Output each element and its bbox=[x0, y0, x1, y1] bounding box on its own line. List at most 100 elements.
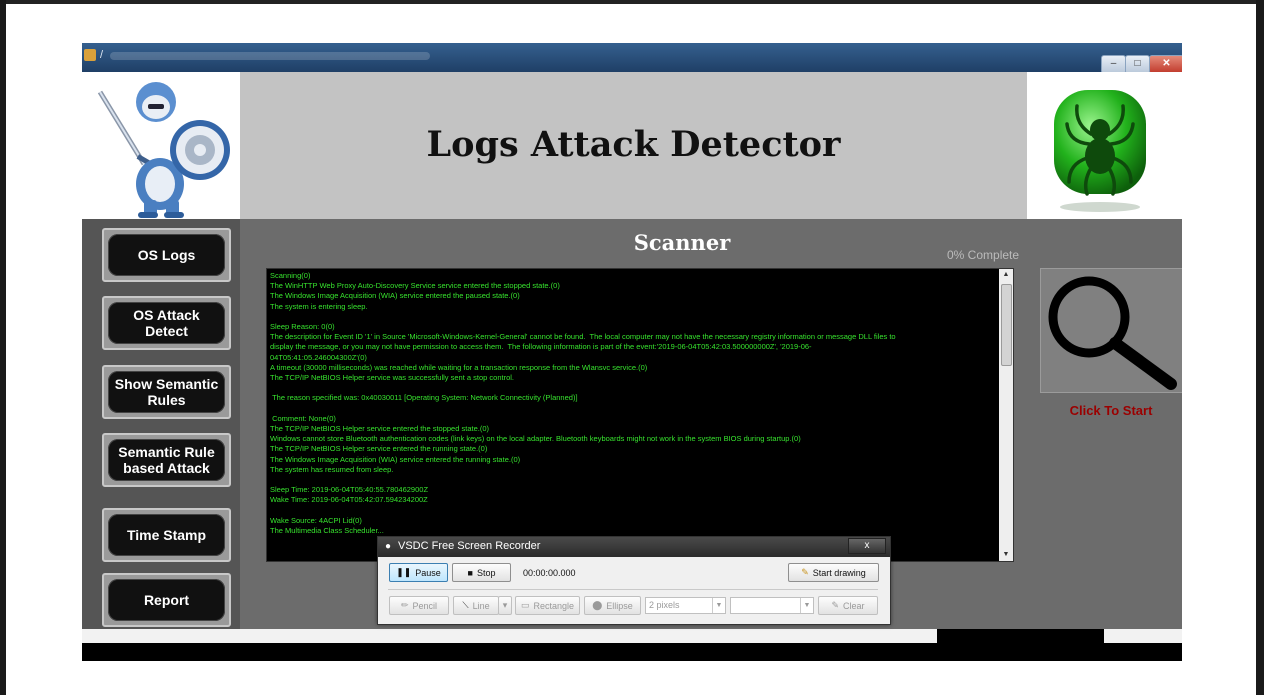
status-segment bbox=[82, 629, 937, 643]
log-line: The system is entering sleep. bbox=[270, 301, 368, 311]
rectangle-icon: ▭ bbox=[520, 600, 530, 610]
eraser-icon: ✎ bbox=[831, 600, 840, 610]
log-lines: Scanning(0) The WinHTTP Web Proxy Auto-Di… bbox=[270, 271, 1010, 536]
stop-icon: ■ bbox=[467, 567, 473, 578]
window-titlebar[interactable]: / – □ ✕ bbox=[82, 43, 1182, 74]
stroke-width-select[interactable]: 2 pixels ▼ bbox=[645, 597, 726, 614]
click-to-start-label[interactable]: Click To Start bbox=[1040, 403, 1182, 418]
start-drawing-label: Start drawing bbox=[812, 567, 866, 578]
screen-top-edge bbox=[0, 0, 1264, 4]
log-line: The TCP/IP NetBIOS Helper service was su… bbox=[270, 373, 514, 383]
rectangle-label: Rectangle bbox=[533, 600, 575, 611]
chevron-down-icon: ▼ bbox=[800, 598, 813, 613]
stop-label: Stop bbox=[476, 567, 496, 578]
app-title: Logs Attack Detector bbox=[426, 124, 841, 165]
robot-knight-icon bbox=[97, 82, 230, 218]
pause-button[interactable]: ❚❚ Pause bbox=[389, 563, 448, 582]
time-stamp-button[interactable]: Time Stamp bbox=[102, 508, 231, 562]
log-line: The Windows Image Acquisition (WIA) serv… bbox=[270, 291, 520, 301]
log-line: The TCP/IP NetBIOS Helper service entere… bbox=[270, 444, 488, 454]
robot-logo bbox=[82, 72, 240, 219]
nav-label: Report bbox=[108, 579, 225, 621]
pencil-label: Pencil bbox=[412, 600, 438, 611]
start-drawing-button[interactable]: ✎ Start drawing bbox=[788, 563, 879, 582]
scroll-up-icon[interactable]: ▲ bbox=[999, 269, 1013, 281]
log-line: Wake Source: 4ACPI Lid(0) bbox=[270, 515, 362, 525]
log-line: Scanning(0) bbox=[270, 271, 311, 280]
screen-right-edge bbox=[1256, 0, 1264, 695]
magnifier-icon bbox=[1048, 276, 1177, 390]
status-bar bbox=[82, 629, 1182, 661]
pencil-icon: ✏ bbox=[400, 600, 409, 610]
header: Logs Attack Detector bbox=[82, 72, 1182, 219]
screen-left-edge bbox=[0, 0, 6, 695]
ellipse-icon: ⬤ bbox=[592, 600, 603, 610]
log-line: The system has resumed from sleep. bbox=[270, 464, 394, 474]
log-line: Comment: None(0) bbox=[270, 413, 336, 423]
stop-button[interactable]: ■ Stop bbox=[452, 563, 511, 582]
log-line: Sleep Reason: 0(0) bbox=[270, 322, 335, 331]
app-icon bbox=[84, 49, 96, 61]
stroke-width-value: 2 pixels bbox=[649, 600, 680, 610]
recorder-titlebar[interactable]: ● VSDC Free Screen Recorder x bbox=[378, 537, 890, 557]
log-line: The Windows Image Acquisition (WIA) serv… bbox=[270, 454, 521, 464]
rectangle-button[interactable]: ▭ Rectangle bbox=[515, 596, 580, 615]
nav-label: OS Logs bbox=[108, 234, 225, 276]
log-line: The Multimedia Class Scheduler... bbox=[270, 526, 384, 535]
chevron-down-icon: ▼ bbox=[712, 598, 725, 613]
left-nav: OS Logs OS Attack Detect Show Semantic R… bbox=[82, 219, 240, 629]
scanner-title: Scanner bbox=[633, 230, 731, 255]
log-line: 04T05:41:05.246004300Z'(0) bbox=[270, 352, 367, 362]
report-button[interactable]: Report bbox=[102, 573, 231, 627]
color-select[interactable]: ▼ bbox=[730, 597, 814, 614]
scroll-thumb[interactable] bbox=[1001, 284, 1012, 366]
status-segment bbox=[1104, 629, 1182, 643]
os-logs-button[interactable]: OS Logs bbox=[102, 228, 231, 282]
log-scrollbar[interactable]: ▲ ▼ bbox=[999, 269, 1013, 561]
window-title: / bbox=[100, 49, 104, 61]
recorder-title: VSDC Free Screen Recorder bbox=[398, 540, 541, 552]
recorder-icon: ● bbox=[385, 541, 392, 552]
clear-button[interactable]: ✎ Clear bbox=[818, 596, 878, 615]
log-output[interactable]: Scanning(0) The WinHTTP Web Proxy Auto-Di… bbox=[266, 268, 1014, 562]
title-panel: Logs Attack Detector bbox=[240, 72, 1027, 219]
nav-label: Semantic Rule based Attack bbox=[108, 439, 225, 481]
log-line: The WinHTTP Web Proxy Auto-Discovery Ser… bbox=[270, 281, 560, 291]
clear-label: Clear bbox=[843, 600, 865, 611]
pencil-button[interactable]: ✏ Pencil bbox=[389, 596, 449, 615]
start-scan-button[interactable] bbox=[1040, 268, 1182, 393]
ellipse-button[interactable]: ⬤ Ellipse bbox=[584, 596, 641, 615]
spider-icon bbox=[1054, 90, 1146, 212]
line-dropdown-button[interactable]: ▾ bbox=[498, 596, 512, 615]
window-title-blur bbox=[110, 52, 430, 60]
spider-logo bbox=[1027, 72, 1182, 219]
log-line: Windows cannot store Bluetooth authentic… bbox=[270, 434, 801, 444]
recorder-divider bbox=[388, 589, 878, 590]
line-icon: ⟍ bbox=[462, 600, 469, 610]
recording-timer: 00:00:00.000 bbox=[523, 568, 576, 578]
log-line: Wake Time: 2019-06-04T05:42:07.594234200… bbox=[270, 495, 428, 505]
log-line: A timeout (30000 milliseconds) was reach… bbox=[270, 362, 648, 372]
line-button[interactable]: ⟍ Line bbox=[453, 596, 499, 615]
pause-icon: ❚❚ bbox=[396, 567, 412, 577]
os-attack-detect-button[interactable]: OS Attack Detect bbox=[102, 296, 231, 350]
pause-label: Pause bbox=[415, 567, 441, 578]
semantic-rule-attack-button[interactable]: Semantic Rule based Attack bbox=[102, 433, 231, 487]
nav-label: Show Semantic Rules bbox=[108, 371, 225, 413]
progress-text: 0% Complete bbox=[947, 248, 1020, 262]
log-line: Sleep Time: 2019-06-04T05:40:55.78046290… bbox=[270, 485, 429, 495]
drawing-icon: ✎ bbox=[801, 567, 809, 577]
recorder-close-button[interactable]: x bbox=[848, 538, 886, 554]
chevron-down-icon: ▾ bbox=[502, 600, 508, 610]
show-semantic-rules-button[interactable]: Show Semantic Rules bbox=[102, 365, 231, 419]
log-line: The description for Event ID '1' in Sour… bbox=[270, 332, 896, 342]
scroll-down-icon[interactable]: ▼ bbox=[999, 549, 1013, 561]
log-line: The reason specified was: 0x40030011 [Op… bbox=[270, 393, 578, 403]
screen-recorder-window: ● VSDC Free Screen Recorder x ❚❚ Pause ■… bbox=[377, 536, 891, 625]
nav-label: OS Attack Detect bbox=[108, 302, 225, 344]
